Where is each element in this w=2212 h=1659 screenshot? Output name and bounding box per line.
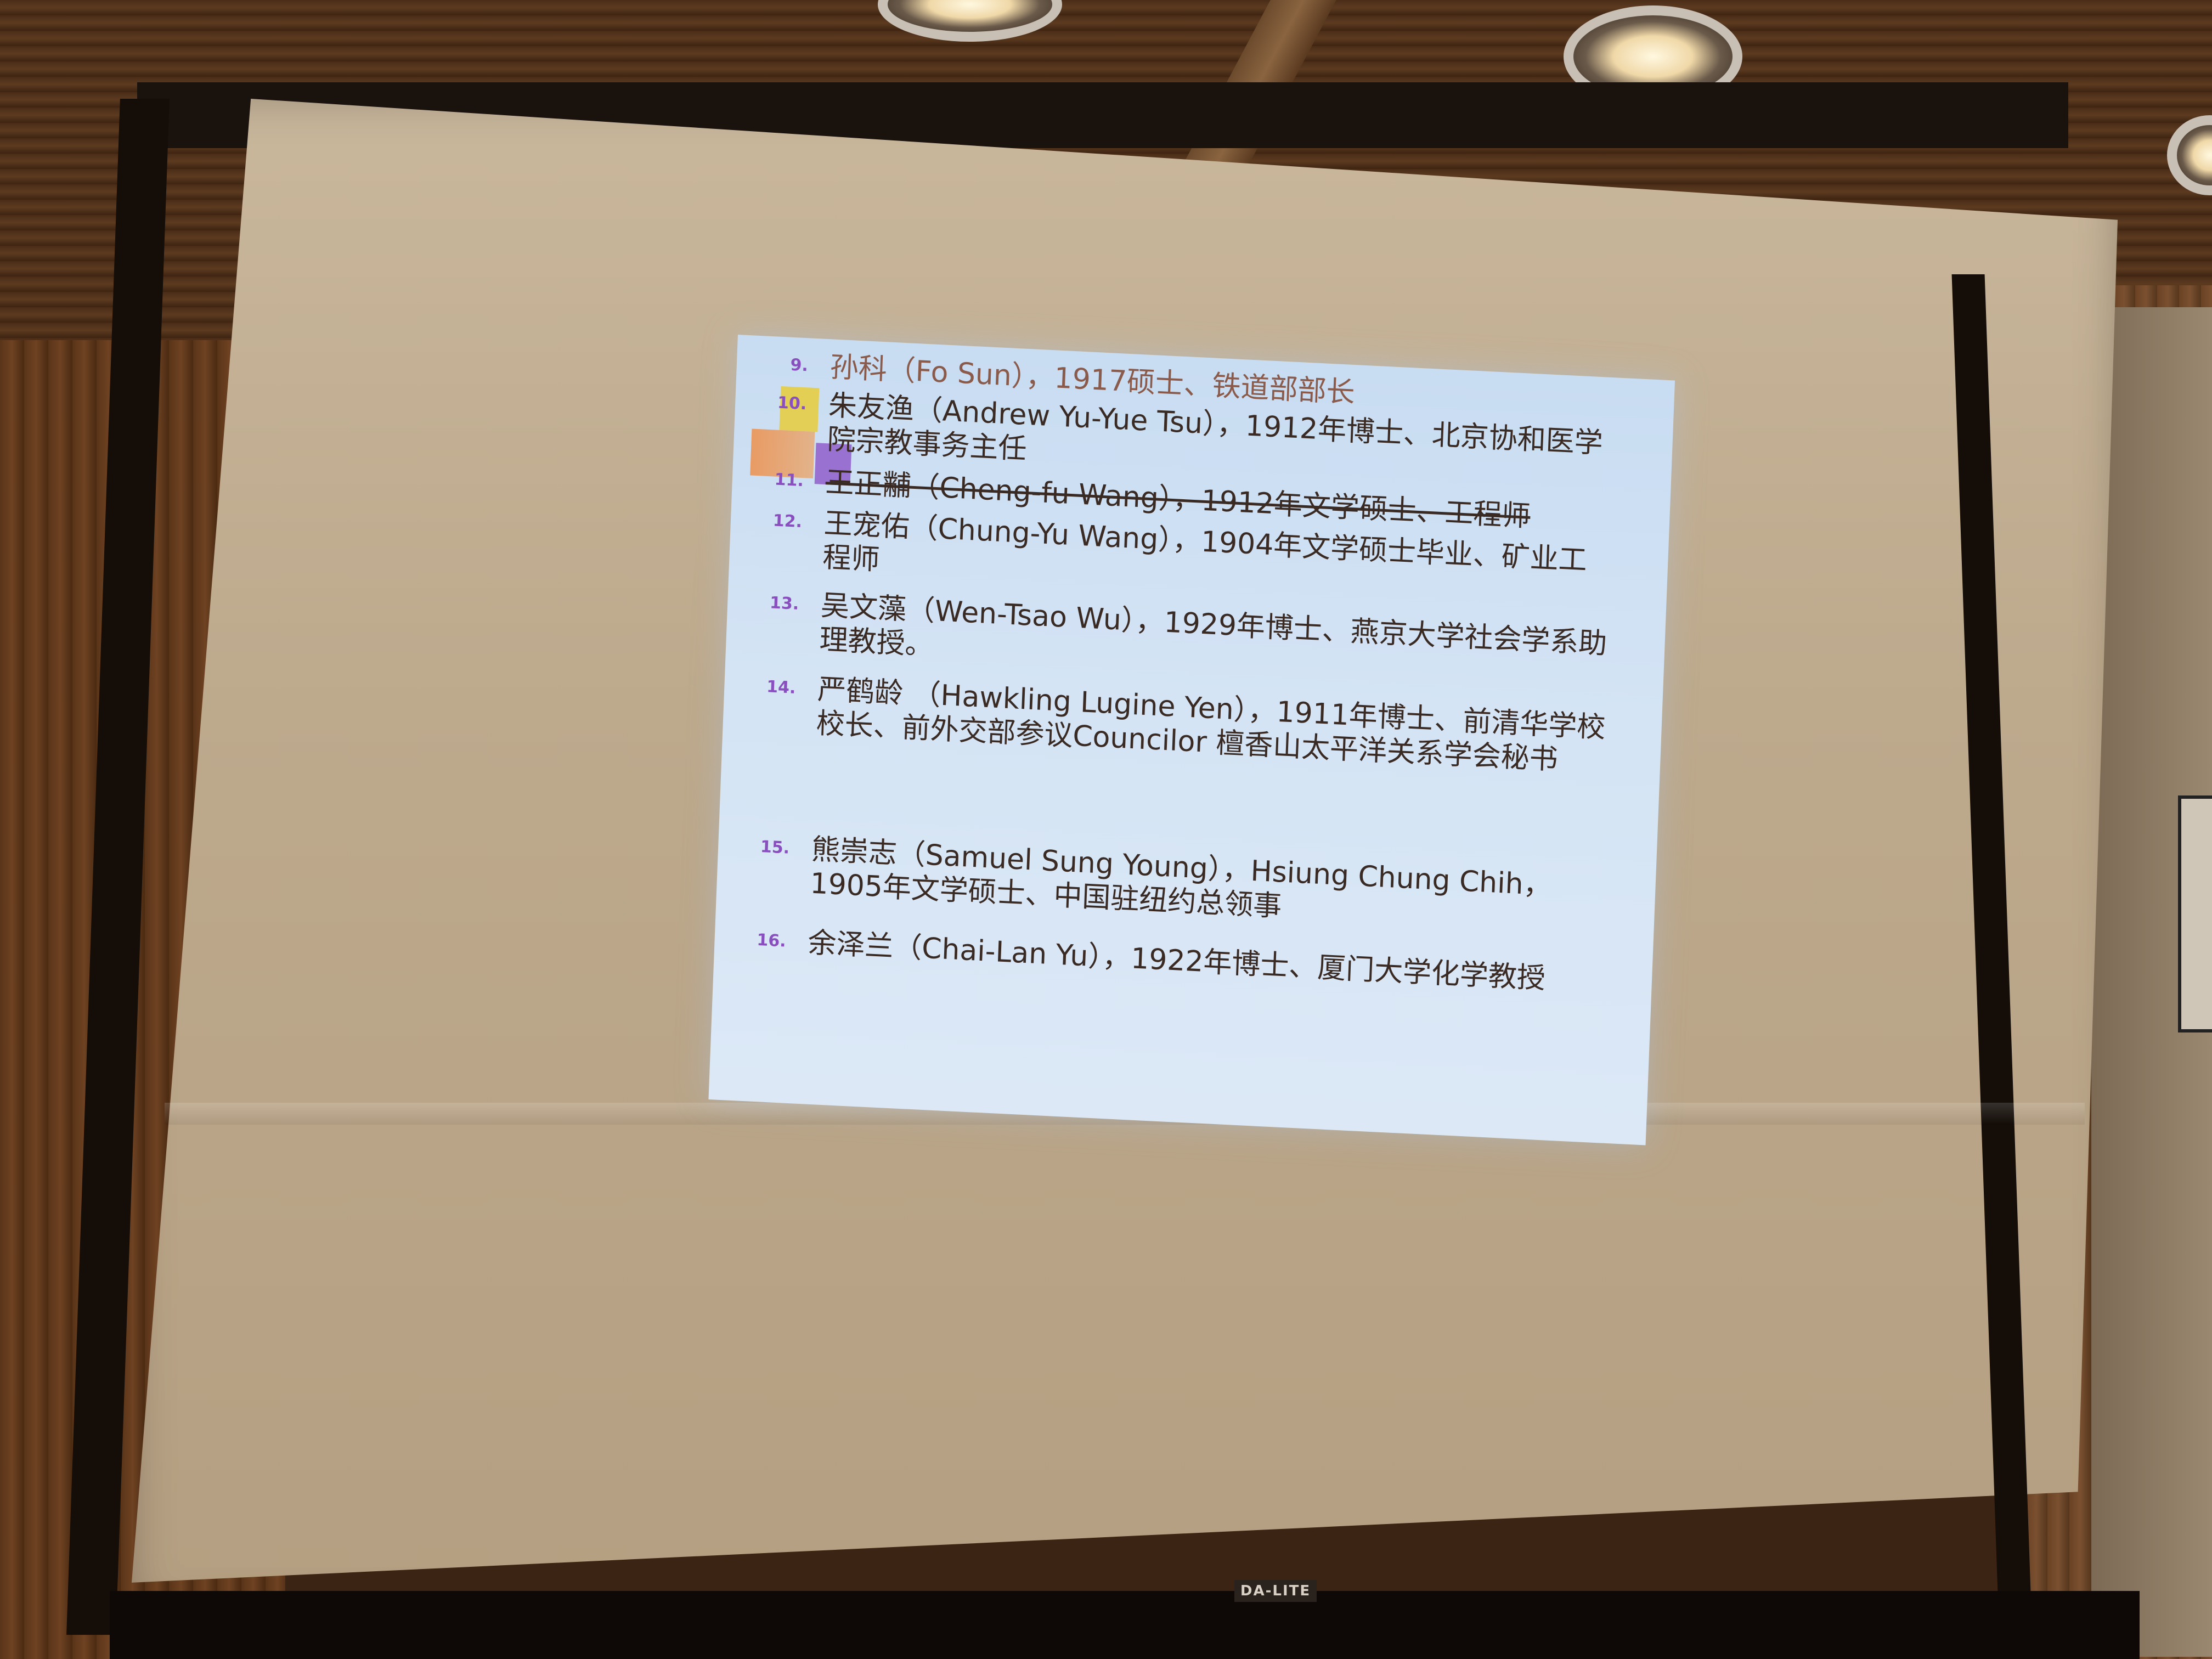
item-number: 10. (777, 393, 807, 414)
item-text: 余泽兰（Chai-Lan Yu），1922年博士、厦门大学化学教授 (807, 926, 1546, 996)
item-number: 16. (756, 930, 787, 951)
item-number: 11. (774, 470, 804, 491)
item-number: 9. (789, 355, 809, 376)
item-number: 13. (769, 593, 799, 614)
screen-bottom-bar (110, 1591, 2140, 1659)
screen-brand-label: DA-LITE (1234, 1580, 1317, 1602)
projected-slide: 9. 孙科（Fo Sun），1917硕士、铁道部部长 10. 朱友渔（Andre… (708, 335, 1675, 1146)
item-number: 14. (766, 677, 797, 698)
list-item: 15. 熊崇志（Samuel Sung Young），Hsiung Chung … (719, 828, 1573, 923)
wall-frame (2178, 795, 2212, 1032)
item-number: 12. (772, 511, 803, 532)
item-number: 15. (760, 837, 790, 858)
item-text: 熊崇志（Samuel Sung Young），Hsiung Chung Chih… (809, 833, 1553, 923)
